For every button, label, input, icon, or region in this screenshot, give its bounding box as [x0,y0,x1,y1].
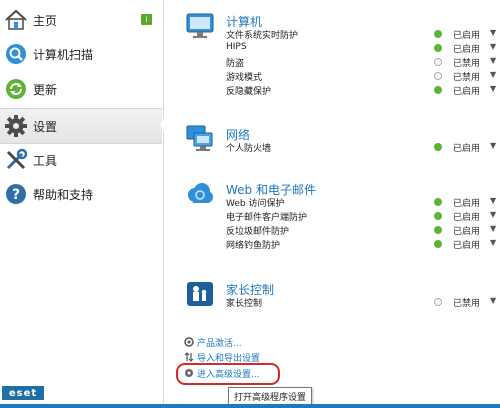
sidebar-item-settings[interactable]: 设置 [0,108,162,144]
status-dropdown[interactable]: 已启用 [453,141,480,154]
status-enabled-dot [434,226,442,234]
setting-row: 反垃圾邮件防护 已启用 ▼ [226,224,500,237]
setting-row: Web 访问保护 已启用 ▼ [226,196,500,209]
setting-row: 网络钓鱼防护 已启用 ▼ [226,238,500,251]
status-dropdown[interactable]: 已启用 [453,84,480,97]
chevron-down-icon[interactable]: ▼ [490,210,496,219]
sidebar-item-update[interactable]: 更新 [0,72,162,106]
tools-wrench-icon [3,147,29,173]
setting-row: HIPS 已启用 ▼ [226,42,500,55]
network-icon [185,125,215,153]
sidebar-item-label: 主页 [33,13,58,28]
setting-label: 文件系统实时防护 [226,31,299,41]
sidebar-item-label: 计算机扫描 [33,47,94,62]
chevron-down-icon[interactable]: ▼ [490,70,496,79]
setting-label: 网络钓鱼防护 [226,241,281,251]
status-enabled-dot [434,198,442,206]
status-enabled-dot [434,212,442,220]
status-enabled-dot [434,86,442,94]
setting-label: 游戏模式 [226,73,263,83]
setting-row: 防盗 已禁用 ▼ [226,56,500,69]
import-export-arrows-icon [184,352,194,362]
notification-badge: i [141,14,152,25]
chevron-down-icon[interactable]: ▼ [490,42,496,51]
setting-row: 电子邮件客户端防护 已启用 ▼ [226,210,500,223]
setting-row: 个人防火墙 已启用 ▼ [226,141,500,154]
tooltip: 打开高级程序设置 [228,387,313,405]
sidebar: 主页 i 计算机扫描 更新 设置 工具 ? 帮助和支持 eset [0,0,170,408]
status-dropdown[interactable]: 已禁用 [453,56,480,69]
status-dropdown[interactable]: 已禁用 [453,296,480,309]
status-dropdown[interactable]: 已启用 [453,238,480,251]
status-disabled-dot [434,58,442,66]
chevron-down-icon[interactable]: ▼ [490,296,496,305]
bottom-accent-bar [0,404,500,408]
setting-label: HIPS [226,42,247,52]
setting-row: 反隐藏保护 已启用 ▼ [226,84,500,97]
active-indicator-arrow [160,108,170,142]
sidebar-item-computer-scan[interactable]: 计算机扫描 [0,37,162,71]
eset-logo: eset [2,386,44,400]
setting-row: 文件系统实时防护 已启用 ▼ [226,28,500,41]
web-email-cloud-icon [185,180,215,208]
highlight-annotation-ring [176,363,280,385]
import-export-settings-link[interactable]: 导入和导出设置 [184,350,260,364]
computer-monitor-icon [185,12,215,40]
parental-control-icon [185,280,215,308]
setting-label: 家长控制 [226,299,263,309]
status-disabled-dot [434,72,442,80]
sidebar-item-label: 设置 [33,119,58,134]
sidebar-item-label: 更新 [33,82,58,97]
sidebar-item-label: 工具 [33,153,58,168]
link-label: 产品激活... [197,338,242,349]
setting-label: 反隐藏保护 [226,87,272,97]
help-question-icon: ? [3,181,29,207]
update-refresh-icon [3,76,29,102]
gear-icon [3,113,29,139]
scan-magnifier-icon [3,41,29,67]
setting-label: 防盗 [226,59,245,69]
chevron-down-icon[interactable]: ▼ [490,84,496,93]
status-enabled-dot [434,30,442,38]
chevron-down-icon[interactable]: ▼ [490,56,496,65]
chevron-down-icon[interactable]: ▼ [490,28,496,37]
chevron-down-icon[interactable]: ▼ [490,141,496,150]
status-enabled-dot [434,44,442,52]
setting-label: 电子邮件客户端防护 [226,213,308,223]
sidebar-item-home[interactable]: 主页 i [0,3,162,37]
status-enabled-dot [434,143,442,151]
activation-icon [184,337,194,347]
status-dropdown[interactable]: 已启用 [453,196,480,209]
home-icon [3,7,29,33]
chevron-down-icon[interactable]: ▼ [490,224,496,233]
status-dropdown[interactable]: 已启用 [453,224,480,237]
chevron-down-icon[interactable]: ▼ [490,196,496,205]
status-dropdown[interactable]: 已启用 [453,28,480,41]
setting-row: 游戏模式 已禁用 ▼ [226,70,500,83]
product-activation-link[interactable]: 产品激活... [184,335,242,349]
setting-label: 反垃圾邮件防护 [226,227,290,237]
status-enabled-dot [434,240,442,248]
status-disabled-dot [434,298,442,306]
status-dropdown[interactable]: 已禁用 [453,70,480,83]
setting-row: 家长控制 已禁用 ▼ [226,296,500,309]
setting-label: Web 访问保护 [226,199,285,209]
link-label: 导入和导出设置 [197,353,261,364]
status-dropdown[interactable]: 已启用 [453,42,480,55]
sidebar-item-help[interactable]: ? 帮助和支持 [0,177,162,211]
chevron-down-icon[interactable]: ▼ [490,238,496,247]
sidebar-item-label: 帮助和支持 [33,187,94,202]
setting-label: 个人防火墙 [226,144,272,154]
status-dropdown[interactable]: 已启用 [453,210,480,223]
sidebar-item-tools[interactable]: 工具 [0,143,162,177]
svg-text:?: ? [12,187,20,203]
